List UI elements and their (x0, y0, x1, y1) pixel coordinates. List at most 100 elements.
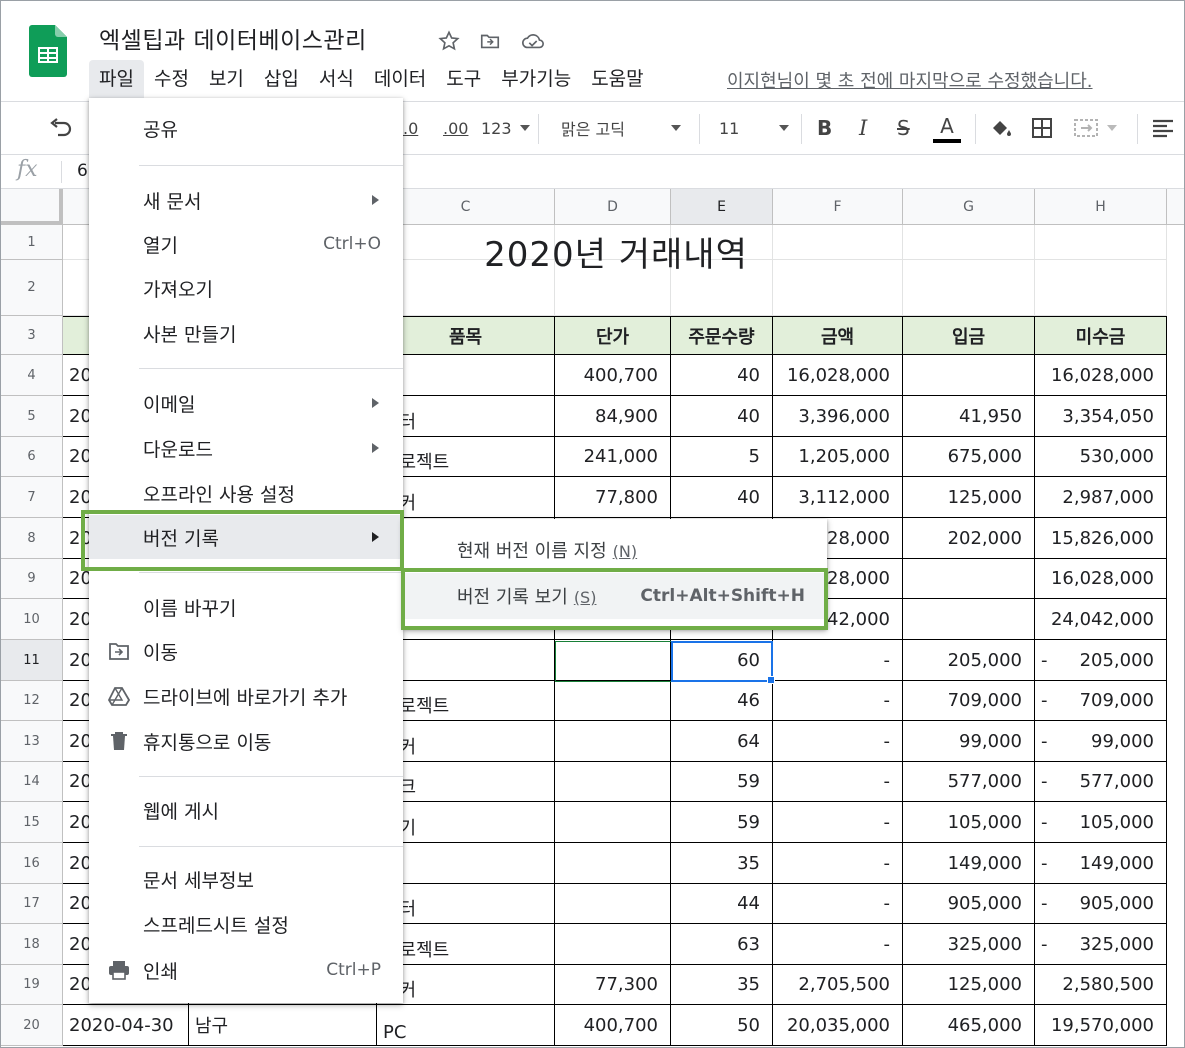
row-header[interactable]: 14 (1, 762, 63, 802)
document-title[interactable]: 엑셀팁과 데이터베이스관리 (99, 21, 367, 55)
cell[interactable]: 2,705,500 (773, 965, 903, 1005)
row-header[interactable]: 4 (1, 355, 63, 396)
cell[interactable]: 400,700 (555, 355, 671, 396)
cell[interactable]: 20,035,000 (773, 1005, 903, 1046)
cell[interactable]: 린터 (377, 396, 555, 437)
cell[interactable]: 46 (671, 681, 773, 721)
row-header[interactable]: 11 (1, 640, 63, 681)
font-size-dropdown[interactable]: 11 (719, 102, 789, 154)
cell[interactable]: 149,000 (903, 843, 1035, 884)
row-header[interactable]: 10 (1, 599, 63, 640)
cell[interactable] (903, 260, 1035, 316)
cell[interactable]: - 205,000 (1035, 640, 1167, 681)
merge-cells-icon[interactable] (1073, 102, 1117, 154)
cell[interactable] (903, 355, 1035, 396)
cell[interactable]: - (773, 640, 903, 681)
sheet-title-cell[interactable]: 2020년 거래내역 (381, 227, 851, 275)
cell[interactable]: 3,354,050 (1035, 396, 1167, 437)
cell[interactable] (377, 355, 555, 396)
fill-color-icon[interactable] (989, 102, 1013, 154)
bold-button[interactable]: B (817, 102, 832, 154)
row-header[interactable]: 18 (1, 924, 63, 965)
cell[interactable]: 남구 (189, 1005, 377, 1046)
cell[interactable]: 125,000 (903, 477, 1035, 518)
cell[interactable]: 205,000 (903, 640, 1035, 681)
cell[interactable]: - (773, 843, 903, 884)
last-edit-link[interactable]: 이지현님이 몇 초 전에 마지막으로 수정했습니다. (727, 67, 1093, 93)
cell[interactable] (555, 681, 671, 721)
menu-item-settings[interactable]: 스프레드시트 설정 (89, 902, 403, 946)
column-header-e[interactable]: E (671, 189, 773, 225)
cell[interactable]: 프로젝트 (377, 681, 555, 721)
cell[interactable]: 유기 (377, 802, 555, 843)
cell[interactable]: 40 (671, 396, 773, 437)
cell[interactable]: 40 (671, 477, 773, 518)
menu-edit[interactable]: 수정 (144, 60, 199, 98)
cell[interactable]: PC (377, 1005, 555, 1046)
cell[interactable]: 50 (671, 1005, 773, 1046)
italic-button[interactable]: I (859, 102, 867, 154)
row-header[interactable]: 20 (1, 1005, 63, 1046)
cell[interactable]: 피커 (377, 477, 555, 518)
align-icon[interactable] (1151, 102, 1175, 154)
menu-help[interactable]: 도움말 (581, 60, 653, 98)
cell[interactable] (555, 721, 671, 762)
formula-input[interactable]: 6 (77, 161, 88, 181)
cell[interactable]: 3,396,000 (773, 396, 903, 437)
header-cell[interactable]: 품목 (377, 316, 555, 355)
menu-item-import[interactable]: 가져오기 (89, 266, 403, 310)
column-header-c[interactable]: C (377, 189, 555, 225)
menu-item-download[interactable]: 다운로드 (89, 426, 403, 470)
borders-icon[interactable] (1031, 102, 1053, 154)
cell[interactable]: 이크 (377, 762, 555, 802)
row-header[interactable]: 7 (1, 477, 63, 518)
cell[interactable]: 44 (671, 884, 773, 924)
cell[interactable] (555, 924, 671, 965)
menu-item-make-copy[interactable]: 사본 만들기 (89, 311, 403, 355)
cell[interactable] (555, 884, 671, 924)
cell[interactable]: 린터 (377, 884, 555, 924)
cell[interactable]: 577,000 (903, 762, 1035, 802)
menu-insert[interactable]: 삽입 (254, 60, 309, 98)
cell[interactable] (555, 843, 671, 884)
cell[interactable]: 59 (671, 762, 773, 802)
row-header[interactable]: 19 (1, 965, 63, 1005)
cell[interactable]: 675,000 (903, 437, 1035, 477)
cell[interactable] (1035, 260, 1167, 316)
cell[interactable]: 19,570,000 (1035, 1005, 1167, 1046)
move-folder-icon[interactable] (476, 27, 504, 55)
menu-item-open[interactable]: 열기 Ctrl+O (89, 222, 403, 266)
cell[interactable]: 105,000 (903, 802, 1035, 843)
cell[interactable]: - 709,000 (1035, 681, 1167, 721)
cell[interactable]: 530,000 (1035, 437, 1167, 477)
cell[interactable]: - (773, 884, 903, 924)
menu-item-add-shortcut[interactable]: 드라이브에 바로가기 추가 (89, 674, 403, 718)
cell[interactable] (903, 559, 1035, 599)
column-header-d[interactable]: D (555, 189, 671, 225)
column-header-h[interactable]: H (1035, 189, 1167, 225)
cell[interactable]: 905,000 (903, 884, 1035, 924)
row-header[interactable]: 5 (1, 396, 63, 437)
menu-item-new[interactable]: 새 문서 (89, 178, 403, 222)
increase-decimal-button[interactable]: .00 (443, 102, 468, 154)
row-header[interactable]: 6 (1, 437, 63, 477)
text-color-button[interactable]: A (933, 102, 961, 154)
cell[interactable]: 프로젝트 (377, 924, 555, 965)
cell[interactable]: 125,000 (903, 965, 1035, 1005)
cell[interactable]: - (773, 802, 903, 843)
cell[interactable]: 465,000 (903, 1005, 1035, 1046)
header-cell[interactable]: 주문수량 (671, 316, 773, 355)
menu-data[interactable]: 데이터 (364, 60, 436, 98)
cell[interactable]: - (773, 681, 903, 721)
header-cell[interactable]: 단가 (555, 316, 671, 355)
cell[interactable]: 피커 (377, 721, 555, 762)
fill-handle[interactable] (767, 676, 775, 684)
menu-item-share[interactable]: 공유 (89, 106, 403, 150)
row-header[interactable]: 15 (1, 802, 63, 843)
cell[interactable]: 3,112,000 (773, 477, 903, 518)
cell[interactable] (903, 225, 1035, 260)
cell[interactable] (1035, 225, 1167, 260)
cell[interactable]: 피커 (377, 965, 555, 1005)
row-header[interactable]: 3 (1, 316, 63, 355)
menu-item-publish[interactable]: 웹에 게시 (89, 788, 403, 832)
